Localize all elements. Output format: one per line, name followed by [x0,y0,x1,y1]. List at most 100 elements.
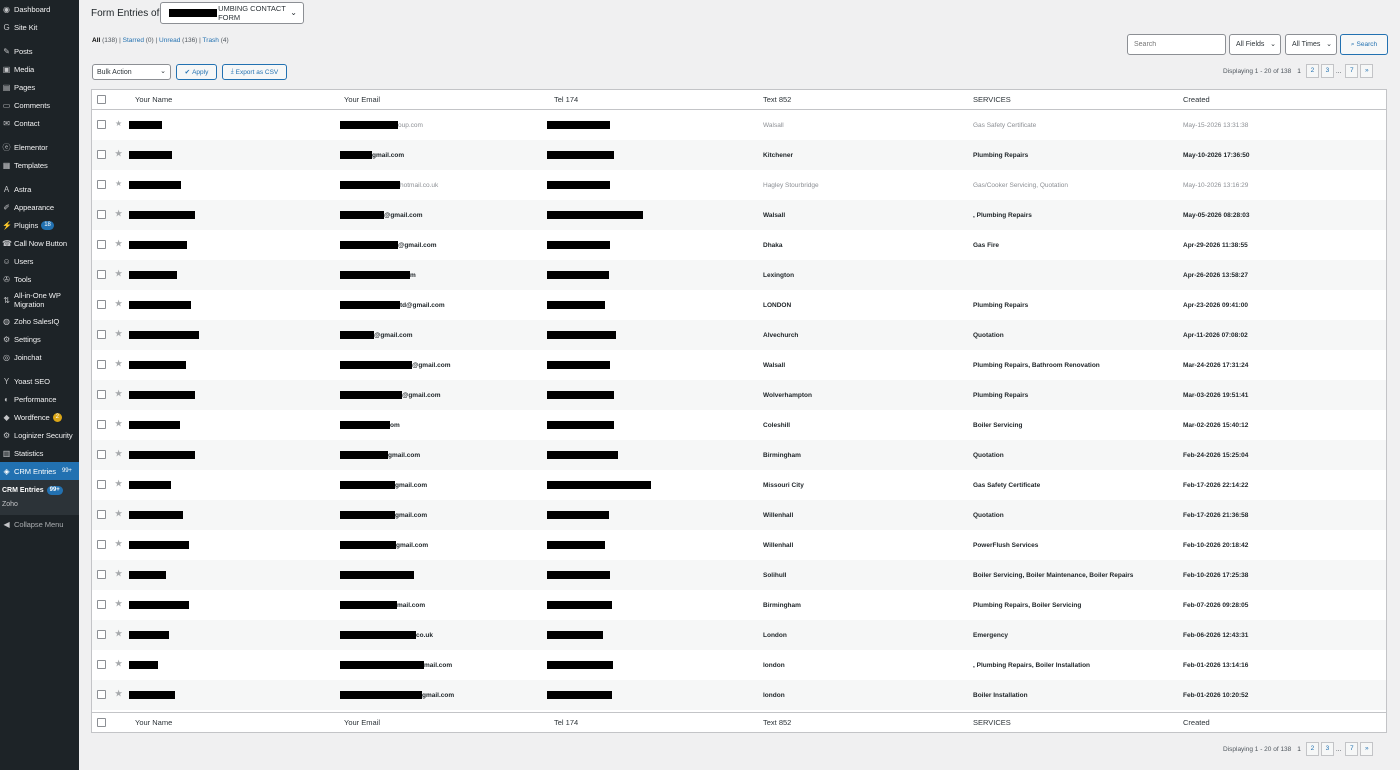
sidebar-item-elementor[interactable]: ⓔ Elementor [0,138,79,156]
col-services-footer[interactable]: SERVICES [973,713,1011,732]
row-checkbox[interactable] [97,270,106,279]
table-row[interactable]: ★ @gmail.com Wolverhampton Plumbing Repairs… [92,380,1386,410]
apply-button[interactable]: ✔ Apply [176,64,217,80]
table-row[interactable]: ★ gmail.com london Boiler Installation Feb-0… [92,680,1386,710]
view-starred[interactable]: Starred [123,37,144,44]
sidebar-item-dashboard[interactable]: ◉ Dashboard [0,0,79,18]
row-checkbox[interactable] [97,480,106,489]
next-page-button[interactable]: » [1360,64,1374,78]
star-icon[interactable]: ★ [115,689,122,698]
col-your-email-footer[interactable]: Your Email [344,713,380,732]
row-checkbox[interactable] [97,660,106,669]
sidebar-item-settings[interactable]: ⚙ Settings [0,330,79,348]
last-page-link[interactable]: 7 [1345,742,1359,756]
star-icon[interactable]: ★ [115,449,122,458]
page-link[interactable]: 3 [1320,742,1334,756]
star-icon[interactable]: ★ [115,359,122,368]
col-tel-footer[interactable]: Tel 174 [554,713,578,732]
page-link[interactable]: 2 [1305,64,1319,78]
sidebar-item-plugins[interactable]: ⚡ Plugins 18 [0,216,79,234]
sidebar-item-tools[interactable]: ✇ Tools [0,270,79,288]
sidebar-item-comments[interactable]: ▭ Comments [0,96,79,114]
row-checkbox[interactable] [97,360,106,369]
submenu-item-crm-entries[interactable]: CRM Entries 99+ [0,483,79,497]
view-trash[interactable]: Trash [203,37,219,44]
bulk-action-select[interactable]: Bulk Action ⌄ [92,64,171,80]
star-icon[interactable]: ★ [115,509,122,518]
row-checkbox[interactable] [97,150,106,159]
row-checkbox[interactable] [97,180,106,189]
sidebar-item-contact[interactable]: ✉ Contact [0,114,79,132]
table-row[interactable]: ★ hotmail.co.uk Hagley Stourbridge Gas/Cook… [92,170,1386,200]
star-icon[interactable]: ★ [115,179,122,188]
times-select[interactable]: All Times ⌄ [1285,34,1337,55]
table-row[interactable]: ★ mail.com london , Plumbing Repairs, Boile… [92,650,1386,680]
star-icon[interactable]: ★ [115,329,122,338]
star-icon[interactable]: ★ [115,269,122,278]
star-icon[interactable]: ★ [115,569,122,578]
row-checkbox[interactable] [97,210,106,219]
star-icon[interactable]: ★ [115,629,122,638]
star-icon[interactable]: ★ [115,419,122,428]
sidebar-item-crm-entries[interactable]: ◈ CRM Entries 99+ [0,462,79,480]
table-row[interactable]: ★ mail.com Birmingham Plumbing Repairs, Boi… [92,590,1386,620]
table-row[interactable]: ★ oup.com Walsall Gas Safety Certificate May… [92,110,1386,140]
sidebar-item-appearance[interactable]: ✐ Appearance [0,198,79,216]
last-page-link[interactable]: 7 [1345,64,1359,78]
star-icon[interactable]: ★ [115,479,122,488]
col-your-name-footer[interactable]: Your Name [135,713,172,732]
row-checkbox[interactable] [97,390,106,399]
row-checkbox[interactable] [97,240,106,249]
row-checkbox[interactable] [97,690,106,699]
table-row[interactable]: ★ gmail.com Willenhall PowerFlush Services F… [92,530,1386,560]
table-row[interactable]: ★ gmail.com Kitchener Plumbing Repairs May-1… [92,140,1386,170]
view-all[interactable]: All [92,37,100,44]
star-icon[interactable]: ★ [115,239,122,248]
sidebar-item-call-now-button[interactable]: ☎ Call Now Button [0,234,79,252]
form-select[interactable]: UMBING CONTACT FORM ⌄ [160,2,304,24]
col-your-name[interactable]: Your Name [135,90,172,109]
collapse-menu-button[interactable]: ◀ Collapse Menu [0,515,79,533]
sidebar-item-all-in-one-wp-migration[interactable]: ⇅ All-in-One WP Migration [0,288,79,312]
table-row[interactable]: ★ gmail.com Missouri City Gas Safety Certif… [92,470,1386,500]
sidebar-item-posts[interactable]: ✎ Posts [0,42,79,60]
star-icon[interactable]: ★ [115,659,122,668]
select-all-checkbox-footer[interactable] [97,718,106,727]
table-row[interactable]: ★ td@gmail.com LONDON Plumbing Repairs Apr-2… [92,290,1386,320]
table-row[interactable]: ★ Solihull Boiler Servicing, Boiler Mainte… [92,560,1386,590]
search-button[interactable]: ⌕ Search [1340,34,1388,55]
page-link[interactable]: 2 [1305,742,1319,756]
fields-select[interactable]: All Fields ⌄ [1229,34,1281,55]
col-text[interactable]: Text 852 [763,90,791,109]
row-checkbox[interactable] [97,630,106,639]
submenu-item-zoho[interactable]: Zoho [0,497,79,511]
next-page-button[interactable]: » [1360,742,1374,756]
table-row[interactable]: ★ @gmail.com Walsall , Plumbing Repairs May-… [92,200,1386,230]
sidebar-item-pages[interactable]: ▤ Pages [0,78,79,96]
table-row[interactable]: ★ m Lexington Apr-26-2026 13:58:27 [92,260,1386,290]
star-icon[interactable]: ★ [115,389,122,398]
col-services[interactable]: SERVICES [973,90,1011,109]
sidebar-item-wordfence[interactable]: ◆ Wordfence 2 [0,408,79,426]
row-checkbox[interactable] [97,540,106,549]
sidebar-item-performance[interactable]: ◐ Performance [0,390,79,408]
sidebar-item-zoho-salesiq[interactable]: ◍ Zoho SalesIQ [0,312,79,330]
sidebar-item-templates[interactable]: ▦ Templates [0,156,79,174]
sidebar-item-joinchat[interactable]: ◎ Joinchat [0,348,79,366]
sidebar-item-media[interactable]: ▣ Media [0,60,79,78]
star-icon[interactable]: ★ [115,209,122,218]
row-checkbox[interactable] [97,120,106,129]
sidebar-item-site-kit[interactable]: G Site Kit [0,18,79,36]
row-checkbox[interactable] [97,450,106,459]
sidebar-item-loginizer-security[interactable]: ⚙ Loginizer Security [0,426,79,444]
star-icon[interactable]: ★ [115,119,122,128]
sidebar-item-yoast-seo[interactable]: Y Yoast SEO [0,372,79,390]
row-checkbox[interactable] [97,510,106,519]
col-created[interactable]: Created [1183,90,1210,109]
star-icon[interactable]: ★ [115,299,122,308]
table-row[interactable]: ★ @gmail.com Dhaka Gas Fire Apr-29-2026 11:3… [92,230,1386,260]
view-unread[interactable]: Unread [159,37,180,44]
sidebar-item-astra[interactable]: A Astra [0,180,79,198]
col-created-footer[interactable]: Created [1183,713,1210,732]
row-checkbox[interactable] [97,300,106,309]
